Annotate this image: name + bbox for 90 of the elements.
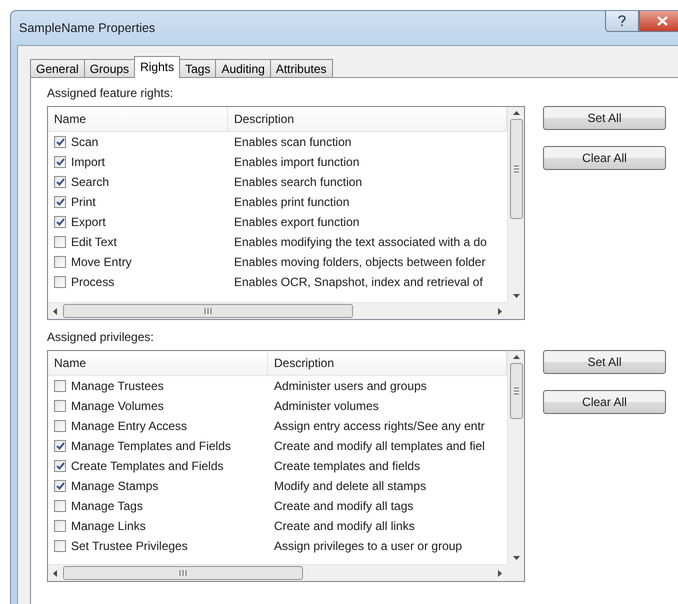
right-name: Export <box>71 215 106 229</box>
right-name: Manage Stamps <box>71 479 158 493</box>
scroll-left-icon[interactable] <box>53 308 57 314</box>
checkbox[interactable] <box>54 420 66 432</box>
window-title: SampleName Properties <box>19 21 156 35</box>
tab[interactable]: General <box>30 59 85 78</box>
right-description: Create and modify all templates and fiel <box>273 439 486 453</box>
checkbox[interactable] <box>54 176 66 188</box>
right-description: Enables search function <box>233 175 364 189</box>
right-name: Edit Text <box>71 235 117 249</box>
right-description: Enables import function <box>233 155 360 169</box>
tab[interactable]: Auditing <box>215 59 271 78</box>
right-description: Create templates and fields <box>273 459 422 473</box>
scroll-right-icon[interactable] <box>498 570 502 576</box>
right-description: Enables export function <box>233 215 360 229</box>
checkbox[interactable] <box>54 380 66 392</box>
scrollbar-thumb[interactable] <box>510 119 522 219</box>
clear-all-button[interactable]: Clear All <box>543 390 666 414</box>
tab[interactable]: Attributes <box>270 59 333 78</box>
right-description: Administer users and groups <box>273 379 428 393</box>
checkmark-icon <box>56 442 64 450</box>
right-description: Assign privileges to a user or group <box>273 539 464 553</box>
column-header[interactable]: Name <box>48 107 228 131</box>
scroll-left-icon[interactable] <box>53 570 57 576</box>
scroll-up-icon[interactable] <box>512 355 520 359</box>
right-name: Move Entry <box>71 255 132 269</box>
right-name: Manage Links <box>71 519 146 533</box>
set-all-button[interactable]: Set All <box>543 350 666 374</box>
checkbox[interactable] <box>54 156 66 168</box>
scrollbar-thumb[interactable] <box>63 566 303 580</box>
right-name: Process <box>71 275 114 289</box>
checkbox[interactable] <box>54 480 66 492</box>
right-name: Search <box>71 175 110 189</box>
right-name: Manage Tags <box>71 499 143 513</box>
right-name: Set Trustee Privileges <box>71 539 188 553</box>
right-description: Create and modify all links <box>273 519 416 533</box>
right-description: Enables modifying the text associated with a do <box>233 235 488 249</box>
checkbox[interactable] <box>54 460 66 472</box>
scroll-right-icon[interactable] <box>498 308 502 314</box>
right-description: Administer volumes <box>273 399 380 413</box>
close-button[interactable] <box>639 11 678 32</box>
checkbox[interactable] <box>54 440 66 452</box>
checkmark-icon <box>56 178 64 186</box>
tab[interactable]: Groups <box>84 59 136 78</box>
right-description: Create and modify all tags <box>273 499 414 513</box>
checkbox[interactable] <box>54 540 66 552</box>
right-name: Create Templates and Fields <box>71 459 224 473</box>
column-header[interactable]: Name <box>48 351 268 375</box>
tab[interactable]: Tags <box>179 59 216 78</box>
set-all-button[interactable]: Set All <box>543 106 666 130</box>
right-name: Manage Trustees <box>71 379 164 393</box>
checkbox[interactable] <box>54 400 66 412</box>
scrollbar-thumb[interactable] <box>510 363 522 419</box>
close-icon <box>656 16 668 26</box>
tab[interactable]: Rights <box>134 56 180 78</box>
right-description: Assign entry access rights/See any entr <box>273 419 486 433</box>
right-name: Import <box>71 155 106 169</box>
checkmark-icon <box>56 198 64 206</box>
group-label: Assigned privileges: <box>47 330 155 344</box>
checkbox[interactable] <box>54 216 66 228</box>
right-description: Enables scan function <box>233 135 352 149</box>
checkmark-icon <box>56 462 64 470</box>
checkbox[interactable] <box>54 236 66 248</box>
checkmark-icon <box>56 138 64 146</box>
checkbox[interactable] <box>54 520 66 532</box>
checkmark-icon <box>56 158 64 166</box>
right-name: Manage Volumes <box>71 399 164 413</box>
scroll-down-icon[interactable] <box>512 556 520 560</box>
checkbox[interactable] <box>54 136 66 148</box>
help-button[interactable] <box>605 11 639 32</box>
help-icon <box>618 15 626 27</box>
right-name: Scan <box>71 135 98 149</box>
right-description: Modify and delete all stamps <box>273 479 428 493</box>
scrollbar-thumb[interactable] <box>63 304 353 318</box>
right-name: Print <box>71 195 96 209</box>
group-label: Assigned feature rights: <box>47 86 174 100</box>
right-name: Manage Entry Access <box>71 419 188 433</box>
checkmark-icon <box>56 218 64 226</box>
right-description: Enables moving folders, objects between folder <box>233 255 486 269</box>
clear-all-button[interactable]: Clear All <box>543 146 666 170</box>
scroll-down-icon[interactable] <box>512 294 520 298</box>
right-description: Enables print function <box>233 195 350 209</box>
right-description: Enables OCR, Snapshot, index and retrieval of <box>233 275 484 289</box>
checkbox[interactable] <box>54 196 66 208</box>
right-name: Manage Templates and Fields <box>71 439 231 453</box>
checkbox[interactable] <box>54 500 66 512</box>
scroll-up-icon[interactable] <box>512 111 520 115</box>
checkmark-icon <box>56 482 64 490</box>
checkbox[interactable] <box>54 276 66 288</box>
checkbox[interactable] <box>54 256 66 268</box>
